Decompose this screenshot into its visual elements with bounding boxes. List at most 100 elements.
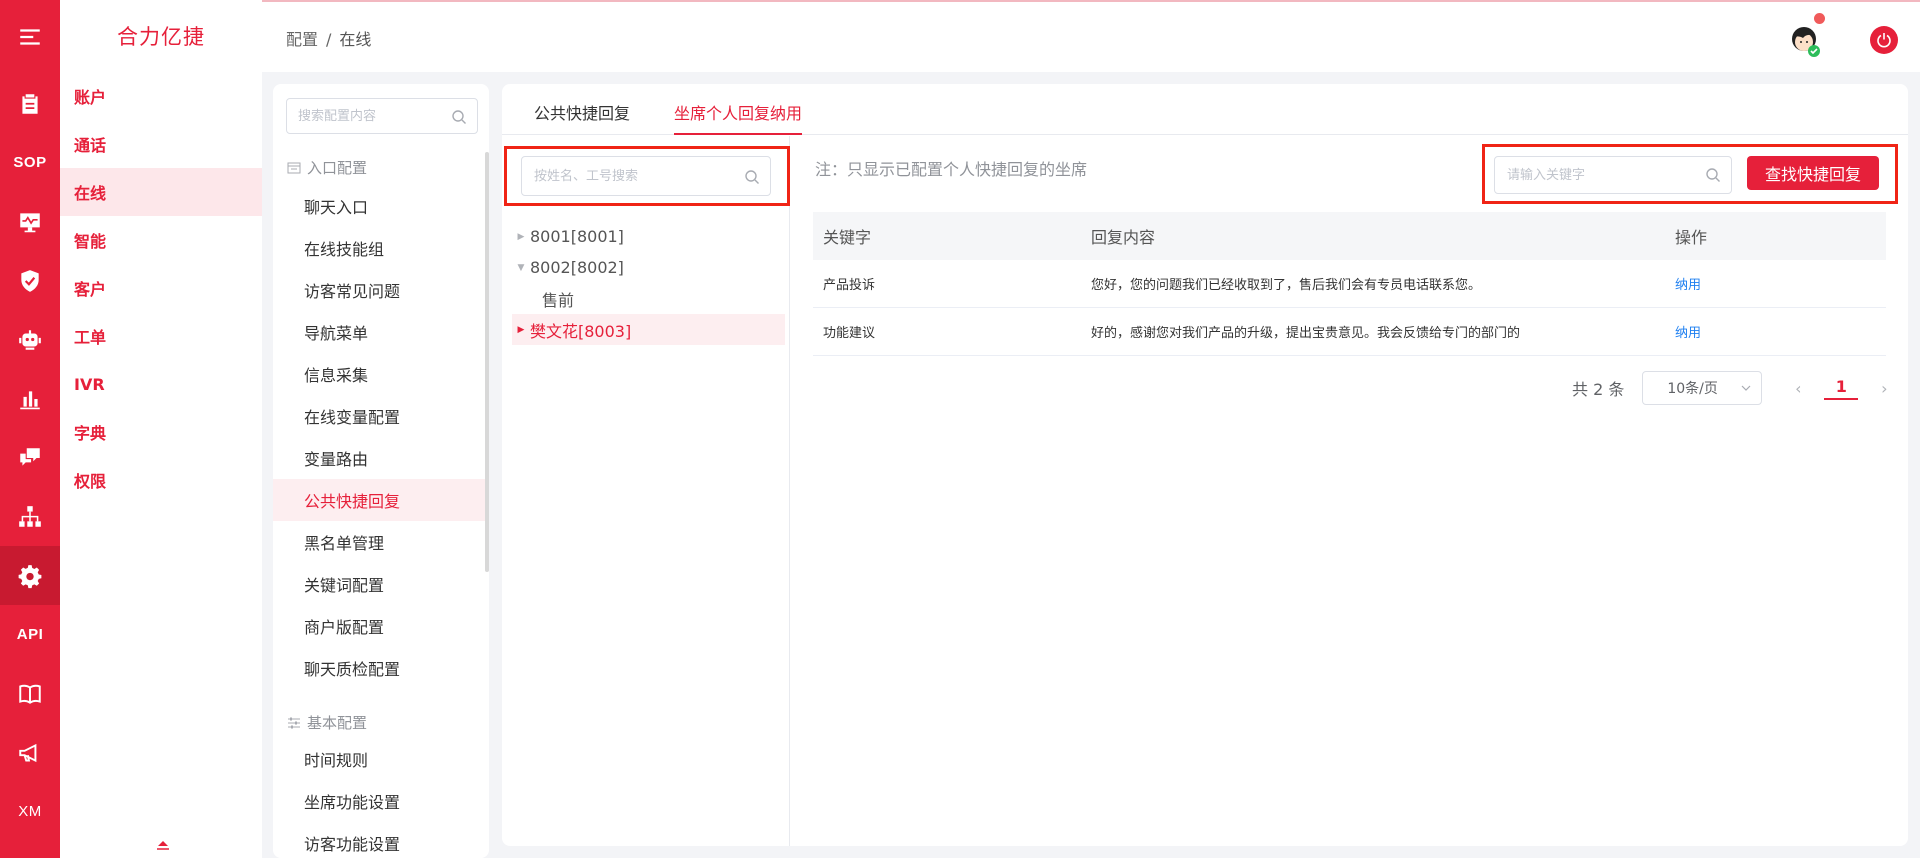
caret-down-icon[interactable]: ▼ <box>512 263 530 273</box>
search-icon[interactable] <box>1705 167 1721 183</box>
chat-icon[interactable] <box>0 428 60 487</box>
config-item-info-collection[interactable]: 信息采集 <box>273 353 485 395</box>
config-search-input[interactable] <box>287 99 477 133</box>
tree-node-presales[interactable]: 售前 <box>512 283 785 314</box>
module-item-smart[interactable]: 智能 <box>60 216 262 264</box>
monitor-icon[interactable] <box>0 192 60 251</box>
find-quick-reply-button[interactable]: 查找快捷回复 <box>1747 156 1879 190</box>
config-item-visitor-settings[interactable]: 访客功能设置 <box>273 822 485 858</box>
sliders-icon <box>288 717 300 728</box>
table-row: 功能建议 好的，感谢您对我们产品的升级，提出宝贵意见。我会反馈给专门的部门的 纳… <box>813 308 1886 356</box>
xm-label: XM <box>18 803 42 820</box>
sop-icon[interactable]: SOP <box>0 133 60 192</box>
api-icon[interactable]: API <box>0 605 60 664</box>
config-search-box <box>286 98 478 134</box>
header-keyword: 关键字 <box>823 228 872 247</box>
sop-label: SOP <box>13 154 47 171</box>
cell-content: 您好，您的问题我们已经收取到了，售后我们会有专员电话联系您。 <box>1091 278 1482 293</box>
prev-page-icon[interactable]: ‹ <box>1788 379 1808 398</box>
table-row: 产品投诉 您好，您的问题我们已经收取到了，售后我们会有专员电话联系您。 纳用 <box>813 260 1886 308</box>
module-item-permission[interactable]: 权限 <box>60 456 262 504</box>
power-button[interactable] <box>1870 26 1898 54</box>
breadcrumb-config[interactable]: 配置 <box>286 30 318 49</box>
org-chart-icon[interactable] <box>0 487 60 546</box>
book-icon[interactable] <box>0 664 60 723</box>
table-header: 关键字 回复内容 操作 <box>813 212 1886 260</box>
module-item-ivr[interactable]: IVR <box>60 360 262 408</box>
module-menu: 合力亿捷 账户 通话 在线 智能 客户 工单 IVR 字典 权限 <box>60 0 262 858</box>
main-panel: 公共快捷回复 坐席个人回复纳用 ▶ 8001[8001] ▼ 8002[8002… <box>502 84 1908 846</box>
tree-search-box <box>521 156 771 196</box>
keyword-search-highlight: 查找快捷回复 <box>1482 144 1898 204</box>
tree-search-highlight <box>504 146 790 206</box>
config-item-online-variables[interactable]: 在线变量配置 <box>273 395 485 437</box>
chevron-down-icon <box>1741 385 1751 391</box>
section-entry-config: 入口配置 <box>287 157 367 178</box>
avatar-icon[interactable] <box>1787 20 1823 58</box>
window-icon <box>287 162 301 173</box>
brand-title: 合力亿捷 <box>117 25 205 49</box>
notification-dot <box>1814 13 1825 24</box>
top-header: 配置 / 在线 <box>262 0 1920 72</box>
config-menu: 入口配置 聊天入口 在线技能组 访客常见问题 导航菜单 信息采集 在线变量配置 … <box>273 84 489 858</box>
tree-node-8003[interactable]: ▶ 樊文花[8003] <box>512 314 785 345</box>
tab-agent-personal-reply[interactable]: 坐席个人回复纳用 <box>674 100 803 135</box>
page-number[interactable]: 1 <box>1824 377 1859 400</box>
caret-right-icon[interactable]: ▶ <box>512 325 530 335</box>
breadcrumb-separator: / <box>326 30 332 49</box>
config-scrollbar[interactable] <box>485 152 489 572</box>
gear-icon[interactable] <box>0 546 60 605</box>
collapse-up-icon[interactable] <box>156 840 170 850</box>
search-icon[interactable] <box>451 109 467 125</box>
config-item-blacklist[interactable]: 黑名单管理 <box>273 521 485 563</box>
breadcrumb: 配置 / 在线 <box>286 26 371 50</box>
section-basic-config: 基本配置 <box>287 712 367 733</box>
bar-chart-icon[interactable] <box>0 369 60 428</box>
config-item-nav-menu[interactable]: 导航菜单 <box>273 311 485 353</box>
config-item-agent-settings[interactable]: 坐席功能设置 <box>273 780 485 822</box>
page-size-select[interactable]: 10条/页 <box>1642 371 1763 405</box>
clipboard-icon[interactable] <box>0 74 60 133</box>
page-size-value: 10条/页 <box>1667 381 1718 397</box>
adopt-link[interactable]: 纳用 <box>1675 326 1701 341</box>
config-item-chat-qa[interactable]: 聊天质检配置 <box>273 647 485 689</box>
search-icon[interactable] <box>744 169 760 185</box>
module-item-online[interactable]: 在线 <box>60 168 262 216</box>
cell-content: 好的，感谢您对我们产品的升级，提出宝贵意见。我会反馈给专门的部门的 <box>1091 326 1521 341</box>
power-icon <box>1877 33 1891 48</box>
robot-icon[interactable] <box>0 310 60 369</box>
adopt-link[interactable]: 纳用 <box>1675 278 1701 293</box>
module-item-account[interactable]: 账户 <box>60 72 262 120</box>
tab-public-quick-reply[interactable]: 公共快捷回复 <box>534 100 630 135</box>
tree-node-8001[interactable]: ▶ 8001[8001] <box>512 221 785 252</box>
module-item-ticket[interactable]: 工单 <box>60 312 262 360</box>
keyword-search-box <box>1494 156 1732 194</box>
config-item-merchant-config[interactable]: 商户版配置 <box>273 605 485 647</box>
header-content: 回复内容 <box>1091 228 1156 247</box>
module-item-call[interactable]: 通话 <box>60 120 262 168</box>
next-page-icon[interactable]: › <box>1874 379 1894 398</box>
section-entry-label: 入口配置 <box>307 159 368 177</box>
keyword-input[interactable] <box>1495 157 1731 193</box>
pagination: 共 2 条 10条/页 ‹ 1 › <box>1572 371 1894 405</box>
megaphone-icon[interactable] <box>0 723 60 782</box>
config-item-variable-routing[interactable]: 变量路由 <box>273 437 485 479</box>
menu-toggle-icon[interactable] <box>0 0 60 74</box>
cell-keyword: 产品投诉 <box>823 278 876 293</box>
shield-icon[interactable] <box>0 251 60 310</box>
config-item-public-quick-reply[interactable]: 公共快捷回复 <box>273 479 485 521</box>
config-item-chat-entry[interactable]: 聊天入口 <box>273 185 485 227</box>
module-item-dictionary[interactable]: 字典 <box>60 408 262 456</box>
tree-node-8002[interactable]: ▼ 8002[8002] <box>512 252 785 283</box>
note-text: 注：只显示已配置个人快捷回复的坐席 <box>815 160 1088 179</box>
config-item-skill-group[interactable]: 在线技能组 <box>273 227 485 269</box>
caret-right-icon[interactable]: ▶ <box>512 232 530 242</box>
icon-rail: SOP API XM <box>0 0 60 858</box>
config-item-keyword-config[interactable]: 关键词配置 <box>273 563 485 605</box>
config-item-time-rules[interactable]: 时间规则 <box>273 738 485 780</box>
xm-icon[interactable]: XM <box>0 782 60 841</box>
config-item-visitor-faq[interactable]: 访客常见问题 <box>273 269 485 311</box>
module-item-customer[interactable]: 客户 <box>60 264 262 312</box>
agent-search-input[interactable] <box>522 157 770 195</box>
section-basic-label: 基本配置 <box>307 714 368 732</box>
